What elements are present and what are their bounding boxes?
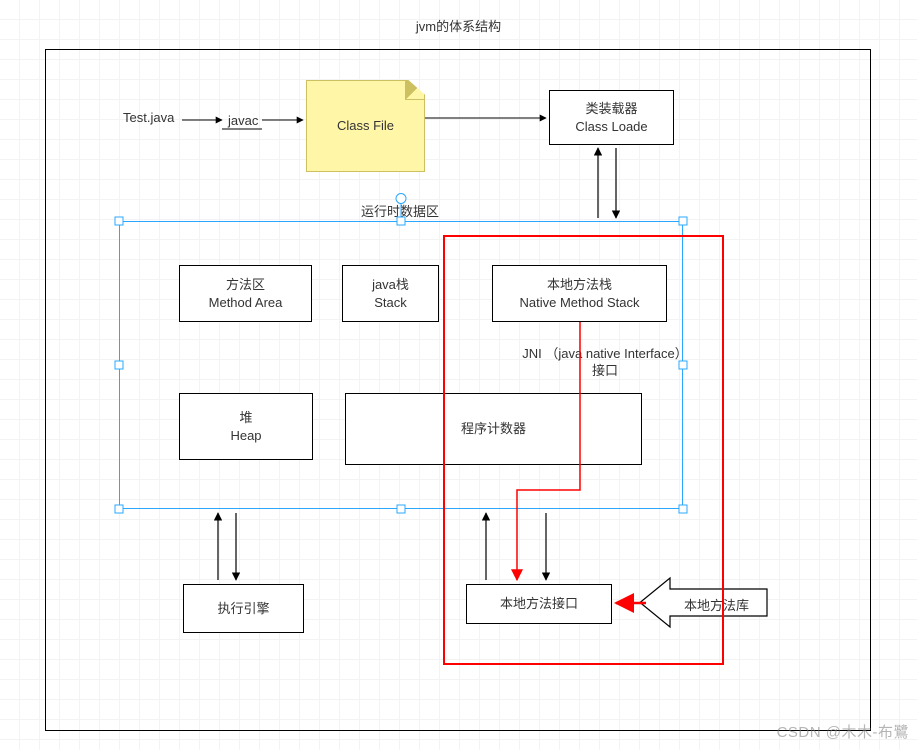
compiler-text: javac: [228, 113, 258, 128]
source-file-text: Test.java: [123, 110, 174, 125]
diagram-title: jvm的体系结构: [0, 16, 917, 35]
java-stack-line1: java栈: [372, 276, 409, 294]
java-stack-box: java栈 Stack: [342, 265, 439, 322]
heap-box: 堆 Heap: [179, 393, 313, 460]
watermark-text: CSDN @木木-布鷺: [777, 724, 909, 741]
diagram-title-text: jvm的体系结构: [416, 19, 501, 34]
java-stack-line2: Stack: [374, 294, 407, 312]
method-area-line2: Method Area: [209, 294, 283, 312]
watermark: CSDN @木木-布鷺: [777, 721, 909, 742]
method-area-box: 方法区 Method Area: [179, 265, 312, 322]
compiler-label: javac: [228, 113, 258, 128]
class-file-text: Class File: [337, 117, 394, 135]
exec-engine-box: 执行引擎: [183, 584, 304, 633]
class-file-note: Class File: [306, 80, 425, 172]
exec-engine-text: 执行引擎: [217, 600, 269, 618]
class-loader-line1: 类装载器: [585, 100, 637, 118]
heap-line2: Heap: [230, 427, 261, 445]
method-area-line1: 方法区: [226, 276, 265, 294]
highlight-frame: [443, 235, 724, 665]
class-loader-line2: Class Loade: [575, 118, 647, 136]
class-loader-box: 类装载器 Class Loade: [549, 90, 674, 145]
heap-line1: 堆: [239, 409, 252, 427]
source-file-label: Test.java: [123, 110, 174, 125]
